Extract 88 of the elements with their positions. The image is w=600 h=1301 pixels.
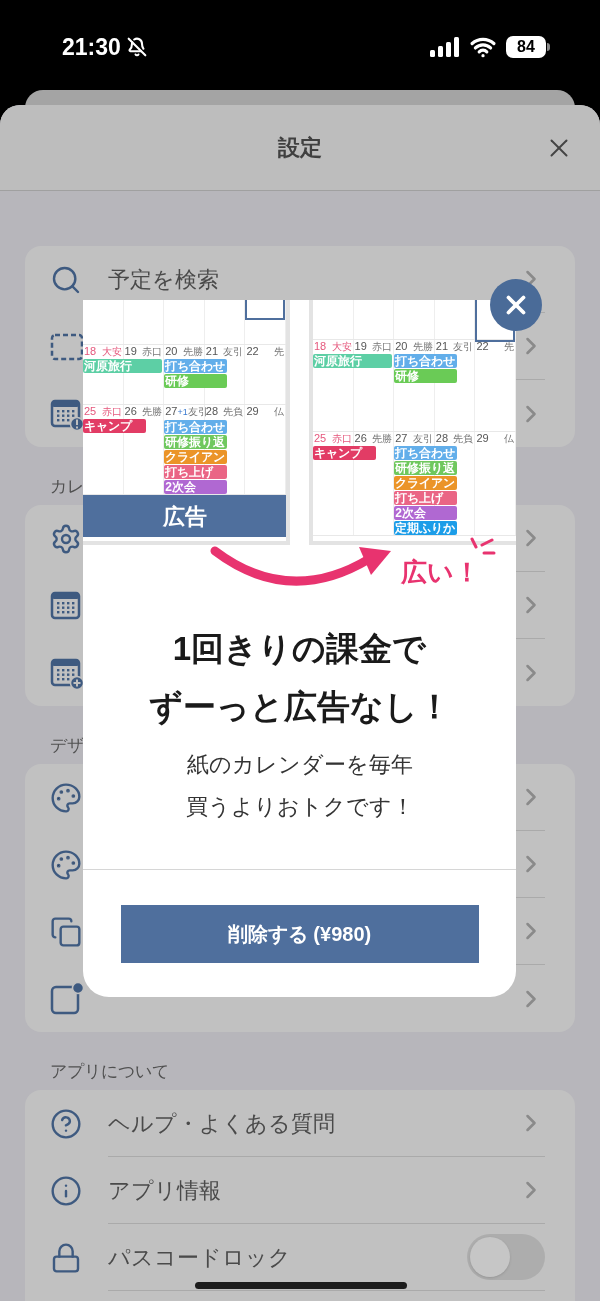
rokuyo-label: 先勝 [372,432,393,445]
event-bar: クライアン [164,450,228,464]
row-label: 予定を検索 [108,265,220,294]
rokuyo-label: 友引 [453,340,474,353]
event-bar: 打ち合わせ [164,359,228,373]
rokuyo-label: 仏 [274,405,284,418]
event-bar: 研修 [394,369,458,383]
day-number: 19 [354,340,367,353]
event-bar: 2次会 [394,506,458,520]
rokuyo-label: 先勝 [142,405,163,418]
event-bar: 研修振り返 [164,435,228,449]
day-number: 18 [84,345,97,358]
rokuyo-label: 先勝 [412,340,433,353]
rokuyo-label: 赤口 [331,432,352,445]
event-bar: 2次会 [164,480,228,494]
settings-icon [50,522,82,555]
event-bar: キャンプ [83,419,146,433]
rokuyo-label: 赤口 [101,405,122,418]
day-number: 18 [314,340,327,353]
rokuyo-label: 赤口 [142,345,163,358]
promo-headline: ずーっと広告なし！ [148,687,451,728]
rokuyo-label: 赤口 [372,340,393,353]
info-icon [50,1174,82,1207]
day-number: 27 [395,432,408,445]
section-header: デザ [50,734,84,757]
promo-subtitle: 紙のカレンダーを毎年 [186,751,413,779]
help-icon [50,1107,82,1140]
day-number: 21 [435,340,449,353]
rokuyo-label: 先 [504,340,514,353]
day-number: 21 [205,345,219,358]
remove-ads-button[interactable]: 削除する (¥980) [120,904,479,963]
ad-banner: 広告 [83,495,286,537]
event-bar: 打ち合わせ [394,446,458,460]
bell-off-icon [126,37,147,57]
day-number: 19 [124,345,137,358]
day-number: 20 [395,340,408,353]
dashed-square-icon [50,331,84,362]
callout-text: 広い！ [401,556,480,589]
event-bar: 河原旅行 [83,359,163,373]
more-count: +1 [177,406,188,419]
event-bar: 打ち上げ [164,465,228,479]
event-bar: 河原旅行 [313,354,393,368]
event-bar: 打ち上げ [394,491,458,505]
promo-headline: 1回きりの課金で [172,629,427,669]
event-bar: 定期ふりか [394,521,458,535]
day-number: 22 [246,345,259,358]
rokuyo-label: 大安 [331,340,352,353]
copy-icon [50,915,82,948]
event-bar: 研修 [164,374,228,388]
day-number: 25 [314,432,327,445]
date-highlight-frame [245,300,285,320]
promo-subtitle: 買うよりおトクです！ [185,793,414,821]
day-number: 20 [165,345,178,358]
day-number: 29 [476,432,489,445]
day-number: 26 [124,405,137,418]
section-header: カレ [50,475,84,498]
rokuyo-label: 先負 [223,405,244,418]
day-number: 26 [354,432,367,445]
rokuyo-label: 友引 [412,432,433,445]
day-number: 22 [476,340,489,353]
day-number: 29 [246,405,259,418]
passcode-toggle[interactable] [467,1234,545,1280]
row-label: パスコードロック [108,1243,292,1272]
day-number: 28 [205,405,219,418]
lock-icon [50,1241,82,1274]
sheet-title: 設定 [278,134,322,162]
signal-icon [430,37,460,57]
day-number: 28 [435,432,449,445]
palette-icon [50,781,82,814]
rokuyo-label: 先負 [453,432,474,445]
rokuyo-label: 先 [274,345,284,358]
event-bar: 研修振り返 [394,461,458,475]
rokuyo-label: 友引 [223,345,244,358]
rokuyo-label: 先勝 [182,345,203,358]
section-header: アプリについて [50,1060,169,1083]
rokuyo-label: 仏 [504,432,514,445]
row-label: ヘルプ・よくある質問 [108,1109,336,1138]
day-number: 27 [165,405,178,418]
palette-icon [50,848,82,881]
square-dot-icon [50,981,84,1016]
event-bar: クライアン [394,476,458,490]
row-label: アプリ情報 [108,1176,222,1205]
event-bar: 打ち合わせ [394,354,458,368]
day-number: 25 [84,405,97,418]
event-bar: キャンプ [313,446,376,460]
rokuyo-label: 大安 [101,345,122,358]
event-bar: 打ち合わせ [164,420,228,434]
status-time: 21:30 [62,32,121,62]
